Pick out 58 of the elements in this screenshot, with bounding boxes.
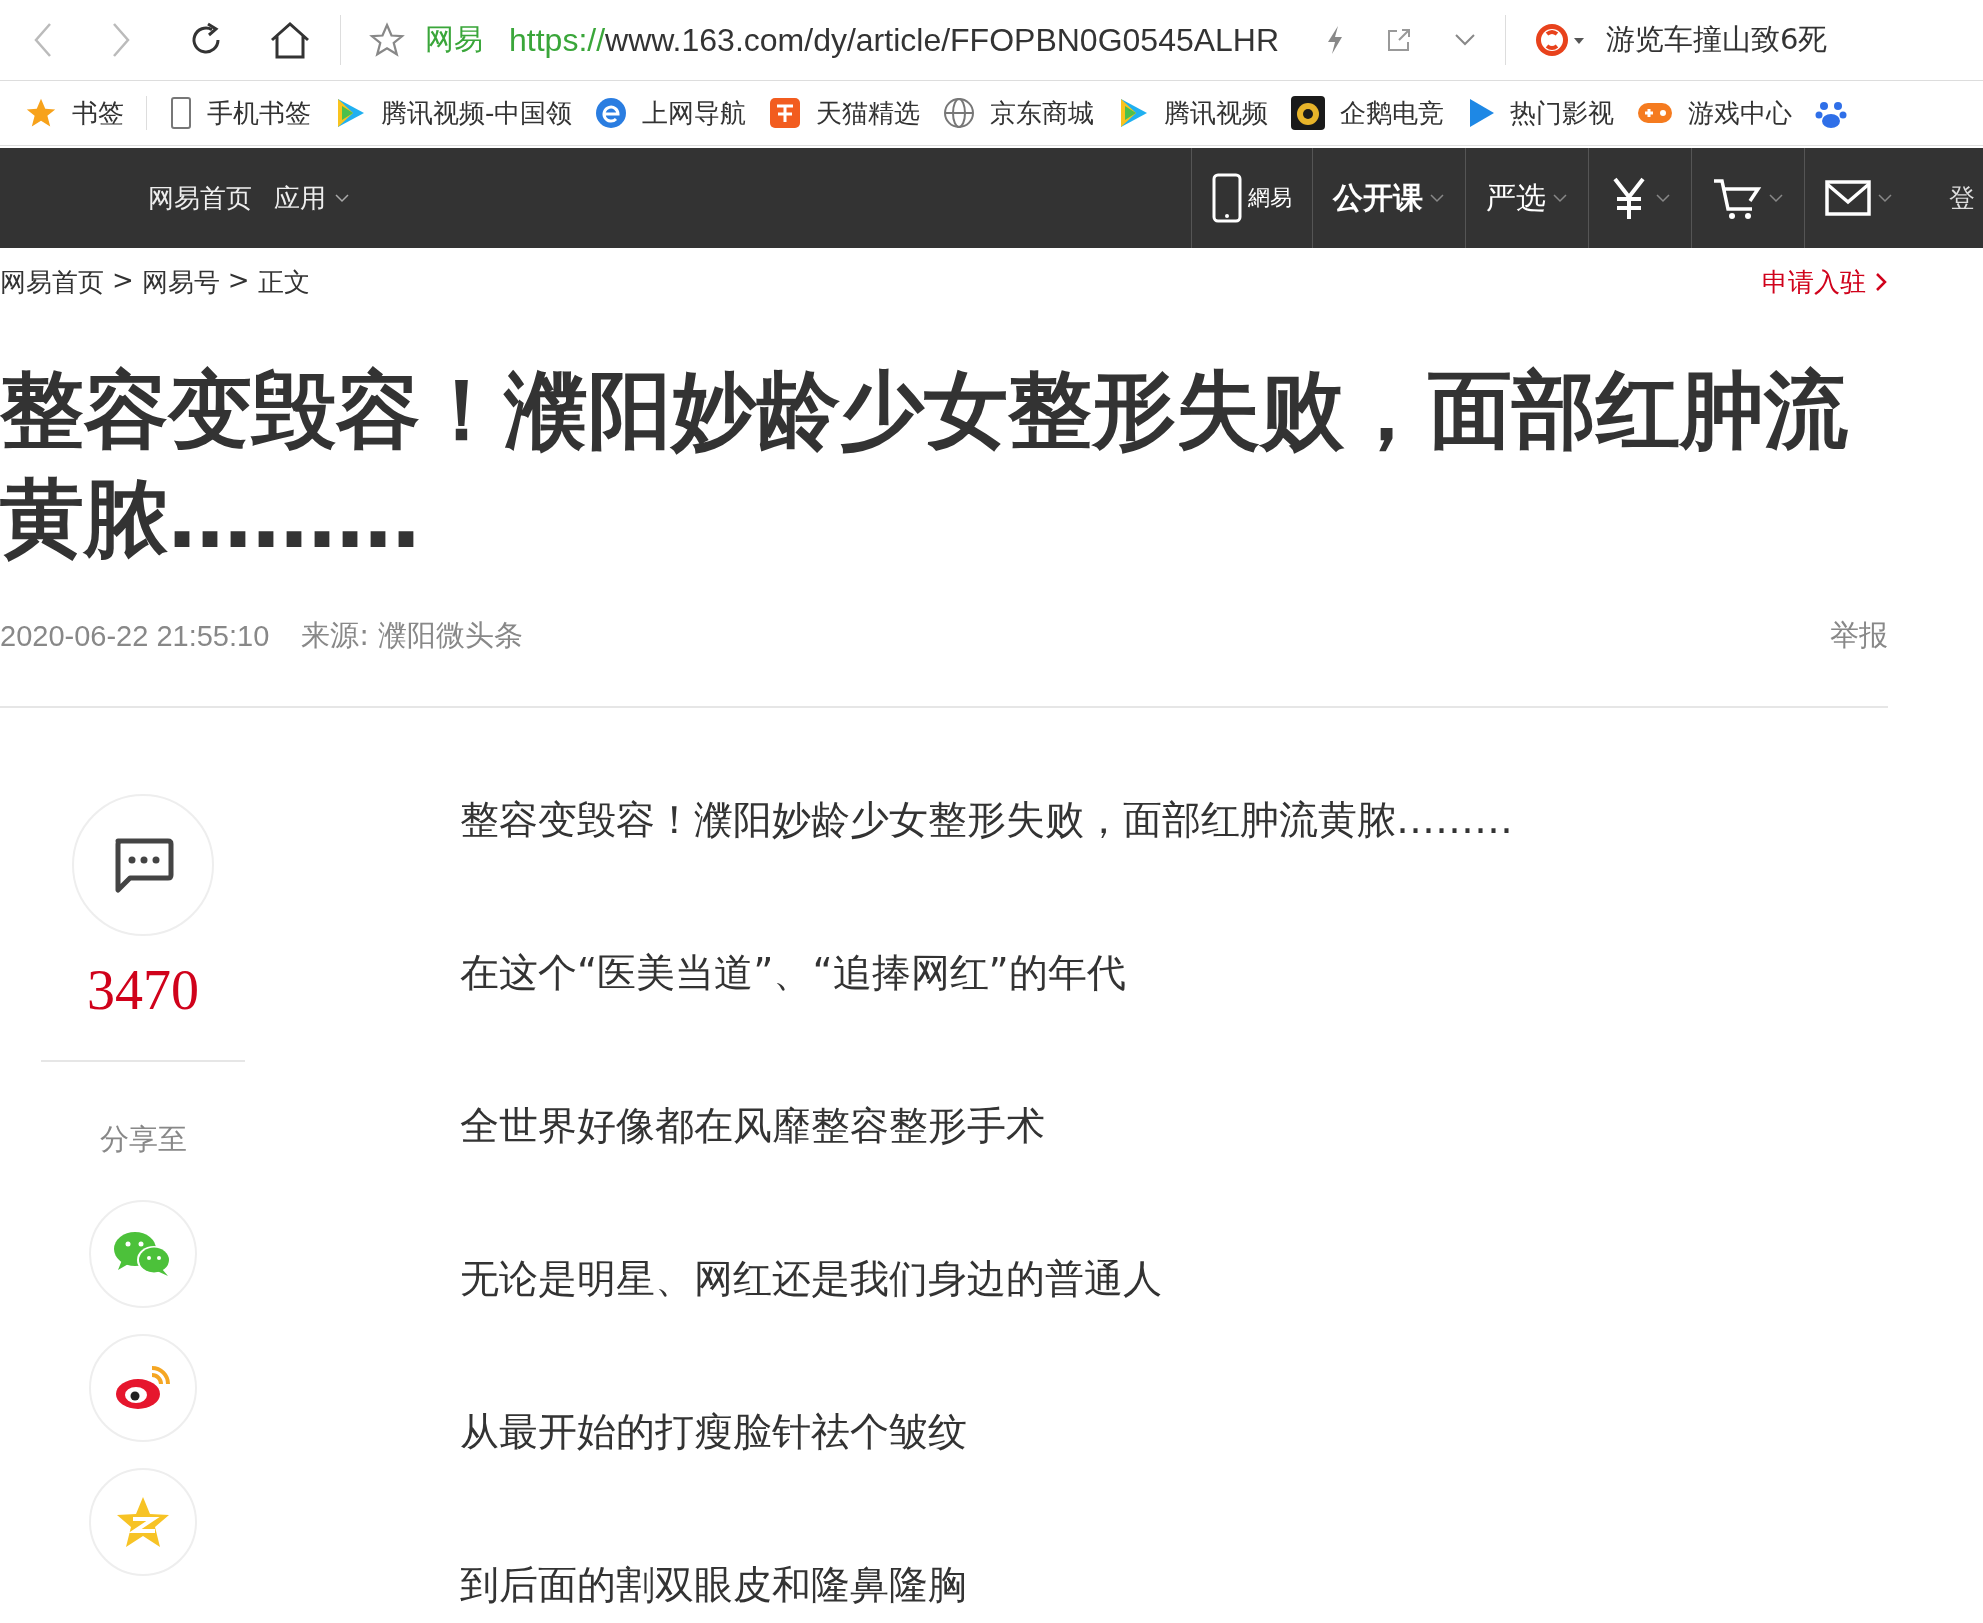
caret-icon [1768,193,1784,203]
share-icon[interactable] [1385,26,1413,54]
chevron-right-icon [1874,271,1888,293]
caret-icon [1877,193,1893,203]
article-paragraph: 整容变毁容！濮阳妙龄少女整形失败，面部红肿流黄脓……… [460,798,1513,841]
bookmark-item[interactable]: 京东商城 [942,95,1095,131]
bookmark-item[interactable]: 腾讯视频-中国领 [333,95,573,131]
apply-link[interactable]: 申请入驻 [1762,264,1888,300]
publish-time: 2020-06-22 21:55:10 [0,619,270,653]
e-logo-icon [594,96,629,130]
caret-icon [1655,193,1671,203]
article-paragraph: 无论是明星、网红还是我们身边的普通人 [460,1257,1163,1300]
nav-link[interactable]: 网易首页 [148,180,252,216]
search-field[interactable]: 游览车撞山致6死 [1606,20,1828,60]
globe-icon [942,96,977,130]
lightning-icon[interactable] [1325,25,1345,55]
breadcrumb-link[interactable]: 网易首页 [0,264,104,300]
caret-icon [1552,193,1568,203]
phone-icon [1212,173,1242,223]
comment-button[interactable] [72,794,214,936]
star-icon [115,1495,171,1549]
caret-icon [334,193,350,203]
article-paragraph: 到后面的割双眼皮和隆鼻隆胸 [460,1563,968,1606]
nav-menu-item[interactable]: 公开课 [1312,148,1465,248]
breadcrumb-link[interactable]: 网易号 [141,264,220,300]
star-icon[interactable] [369,22,405,58]
chevron-down-icon[interactable] [1453,32,1477,48]
share-button[interactable] [89,1334,197,1442]
nav-menu-item[interactable]: 網易 [1191,148,1312,248]
tmall-icon [768,96,803,130]
caret-icon [1429,193,1445,203]
article-paragraph: 从最开始的打瘦脸针祛个皱纹 [460,1410,968,1453]
nav-menu-item[interactable]: 严选 [1465,148,1588,248]
nav-link[interactable]: 应用 [274,180,350,216]
bookmark-item[interactable]: 上网导航 [594,95,747,131]
breadcrumb-separator: > [227,264,250,297]
phone-icon [169,96,193,130]
bookmark-item[interactable]: 企鹅电竞 [1290,95,1445,131]
penguin-badge-icon [1290,95,1327,131]
bookmark-item[interactable]: 手机书签 [169,95,311,131]
share-button[interactable] [89,1200,197,1308]
home-icon[interactable] [268,20,312,60]
weibo-icon [114,1364,172,1412]
login-link[interactable]: 登 [1913,180,1983,216]
bookmark-item[interactable]: 书签 [24,95,124,131]
bookmark-item[interactable]: 游戏中心 [1636,95,1793,131]
article-paragraph: 全世界好像都在风靡整容整形手术 [460,1104,1046,1147]
breadcrumb-separator: > [112,264,134,297]
article-paragraph: 在这个“医美当道”、“追捧网红”的年代 [460,951,1127,994]
report-link[interactable]: 举报 [1830,616,1888,656]
share-label: 分享至 [99,1121,187,1158]
bookmark-item[interactable]: 腾讯视频 [1116,95,1269,131]
comment-count[interactable]: 3470 [87,958,199,1022]
article-source: 来源: 濮阳微头条 [301,617,524,654]
bookmark-item[interactable]: 热门影视 [1466,95,1615,131]
bookmark-item[interactable]: 天猫精选 [768,95,921,131]
mail-icon [1825,180,1871,216]
address-field[interactable]: 网易 https://www.163.com/dy/article/FFOPBN0G0545ALHR [425,20,1305,60]
